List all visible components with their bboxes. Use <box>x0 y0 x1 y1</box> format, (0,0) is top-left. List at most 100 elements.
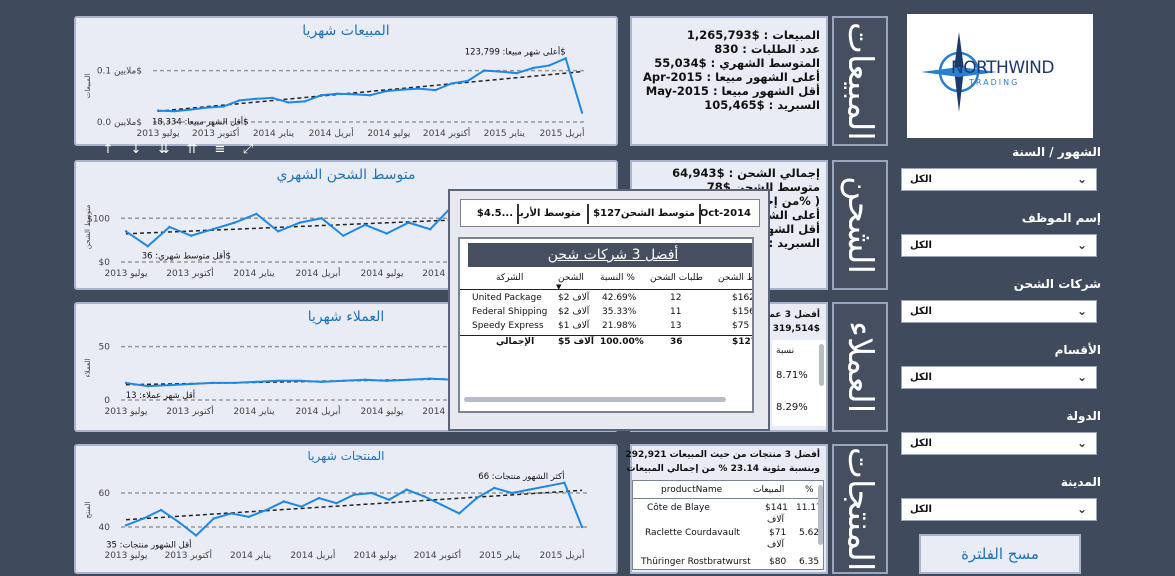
filter-label-shippers: شركات الشحن <box>1013 277 1101 291</box>
data-point <box>319 94 323 97</box>
data-point <box>368 94 372 97</box>
data-point <box>211 381 215 385</box>
filter-label-employee: إسم الموظف <box>1021 211 1101 225</box>
series-line <box>157 56 583 113</box>
kpi-products-line1: أفضل 3 منتجات من حيث المبيعات 292,921 <box>625 450 821 460</box>
data-point <box>298 379 302 382</box>
data-point <box>510 491 514 495</box>
data-point <box>194 534 198 537</box>
cell-pct: 100.00% <box>600 337 644 347</box>
filter-employee-select[interactable]: الكل ⌄ <box>901 234 1097 257</box>
product-name: Thüringer Rostbratwurst <box>641 557 751 567</box>
data-point <box>146 245 149 248</box>
cell-ship: $1 آلاف <box>558 321 590 331</box>
y-axis-label: المبيعات <box>84 74 92 99</box>
x-tick-label: أكتوبر 2013 <box>166 267 213 279</box>
arrow-up-icon[interactable]: ↑ <box>96 140 120 160</box>
x-tick-label: يوليو 2013 <box>136 129 180 139</box>
chevron-down-icon: ⌄ <box>1076 436 1087 450</box>
x-tick-label: أبريل 2014 <box>290 549 335 561</box>
annotation-low: أقل الشهر مبيعا: 18,334$ <box>152 116 249 128</box>
filter-value: الكل <box>910 174 932 185</box>
cell-pct: 42.69% <box>602 293 637 303</box>
data-point <box>475 496 478 500</box>
filter-city-select[interactable]: الكل ⌄ <box>901 498 1097 521</box>
filter-value: الكل <box>910 306 932 317</box>
products-chart: 60 40 يوليو 2013 أكتوبر 2013 يناير 2014 أبريل… <box>84 470 587 561</box>
x-tick-label: أبريل 2014 <box>295 405 340 417</box>
tooltip-header: Oct-2014 متوسط الشحن $127 متوسط الأربا $… <box>460 199 760 227</box>
y-axis-label: متوسط الشحن <box>84 205 92 250</box>
data-point <box>320 380 323 384</box>
filter-shippers-select[interactable]: الكل ⌄ <box>901 300 1097 323</box>
x-tick-label: أكتوبر 2014 <box>414 549 461 561</box>
clear-filter-button[interactable]: مسح الفلترة <box>919 534 1081 574</box>
data-point <box>342 379 345 382</box>
x-tick-label: أبريل 2014 <box>295 267 340 279</box>
y-axis-label: المنتج <box>84 502 92 519</box>
col-header-sales: المبيعات <box>753 485 785 495</box>
data-point <box>255 380 258 384</box>
chevron-down-icon: ⌄ <box>1076 304 1087 318</box>
cell-pct: 21.98% <box>602 321 637 331</box>
x-tick-label: يناير 2015 <box>479 551 521 561</box>
kpi-products-line2: وبنسبة مئوية 23.14 % من إجمالي المبيعات <box>626 464 820 474</box>
product-unit: آلاف <box>767 540 784 550</box>
x-tick-label: يوليو 2013 <box>104 551 148 561</box>
filter-icon[interactable]: ≡ <box>208 140 232 160</box>
data-point <box>531 66 535 70</box>
data-point <box>422 495 426 498</box>
cell-total: $156 <box>732 307 754 317</box>
section-tab-customers: العملاء <box>832 302 888 432</box>
data-point <box>493 486 496 490</box>
kpi-line: المبيعات :$1,265,793 <box>632 28 820 42</box>
vertical-scrollbar[interactable] <box>818 485 823 545</box>
double-arrow-down-icon[interactable]: ⇊ <box>152 140 176 160</box>
tooltip-avg3-label: متوسط الأربا <box>516 208 581 219</box>
section-label: المبيعات <box>840 21 880 141</box>
customer-pct: 8.29% <box>776 402 808 413</box>
filter-month-year-select[interactable]: الكل ⌄ <box>901 168 1097 191</box>
data-point <box>499 70 502 73</box>
vertical-scrollbar[interactable] <box>819 344 824 386</box>
data-point <box>515 71 518 75</box>
product-pct: 5.62 <box>799 528 820 538</box>
data-point <box>233 381 236 385</box>
chevron-down-icon: ⌄ <box>1076 502 1087 516</box>
filter-categories-select[interactable]: الكل ⌄ <box>901 366 1097 389</box>
kpi-customers-line2: 319,514$ <box>772 324 820 334</box>
section-tab-products: المنتجات <box>832 444 888 574</box>
hierarchy-icon[interactable]: ⇈ <box>180 140 204 160</box>
filter-label-categories: الأقسام <box>1054 343 1101 357</box>
col-header-ship: الشحن <box>558 273 584 283</box>
data-point <box>545 485 549 488</box>
section-label: المنتجات <box>840 446 880 572</box>
cell-company: Federal Shipping <box>472 307 548 317</box>
horizontal-scrollbar[interactable] <box>464 397 726 402</box>
data-point <box>434 88 437 92</box>
data-point <box>528 488 531 491</box>
data-point <box>385 232 388 235</box>
table-title: أفضل 3 شركات شحن <box>468 243 752 267</box>
focus-mode-icon[interactable]: ⤢ <box>236 140 260 160</box>
logo-subtext: TRADING <box>969 78 1020 87</box>
col-header-pct: % <box>805 485 814 495</box>
cell-ship: $5 آلاف <box>558 337 594 347</box>
data-point <box>247 515 250 518</box>
arrow-down-icon[interactable]: ↓ <box>124 140 148 160</box>
product-unit: آلاف <box>767 515 784 525</box>
data-point <box>177 520 180 524</box>
filter-country-select[interactable]: الكل ⌄ <box>901 432 1097 455</box>
tooltip-avg-ship-label: متوسط الشحن <box>620 208 695 219</box>
data-point <box>255 212 258 216</box>
data-point <box>429 227 432 231</box>
products-table: productName المبيعات % Côte de Blaye $14… <box>632 480 824 570</box>
cell-company: Speedy Express <box>472 321 544 331</box>
cell-total: $162 <box>732 293 754 303</box>
kpi-label: عدد الطلبات : <box>742 42 820 56</box>
x-tick-label: أكتوبر 2013 <box>192 127 239 139</box>
chevron-down-icon: ⌄ <box>1076 172 1087 186</box>
data-point <box>466 79 470 83</box>
data-point <box>352 93 355 96</box>
customers-table: نسبة ▼ 8.71% 8.29% <box>764 340 826 426</box>
